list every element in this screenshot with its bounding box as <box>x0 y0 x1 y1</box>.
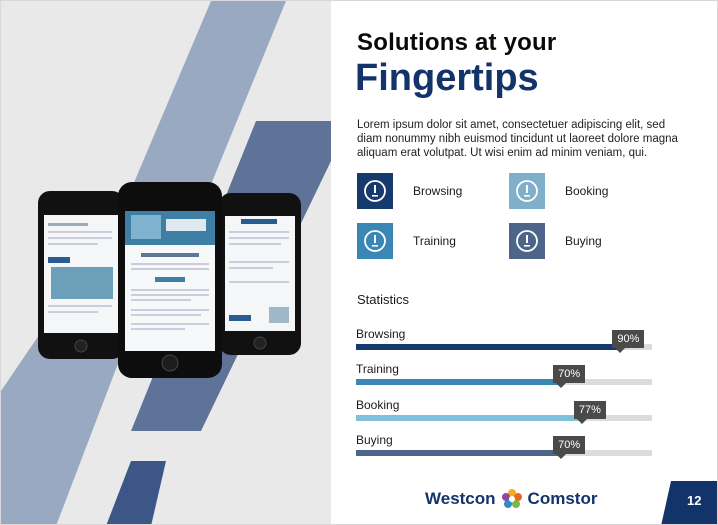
stat-label: Booking <box>356 398 400 412</box>
heading-line-1: Solutions at your <box>357 29 557 56</box>
stat-row-browsing: Browsing 90% <box>356 327 652 355</box>
info-icon <box>357 173 393 209</box>
info-icon <box>509 223 545 259</box>
stat-fill <box>356 344 623 350</box>
feature-training: Training <box>357 223 456 259</box>
stat-row-booking: Booking 77% <box>356 398 652 426</box>
phone-right <box>219 193 301 355</box>
flower-logo-icon <box>501 489 522 508</box>
feature-buying: Buying <box>509 223 602 259</box>
statistics-heading: Statistics <box>357 292 410 307</box>
stat-track: 90% <box>356 330 652 353</box>
feature-label: Training <box>413 234 456 248</box>
stat-fill <box>356 415 584 421</box>
feature-label: Booking <box>565 184 609 198</box>
stat-track: 77% <box>356 401 652 424</box>
stat-label: Training <box>356 362 399 376</box>
stat-row-training: Training 70% <box>356 362 652 390</box>
phones-illustration <box>38 182 301 378</box>
heading-line-2: Fingertips <box>355 57 539 99</box>
company-logo: Westcon Comstor <box>425 488 597 510</box>
stat-fill <box>356 450 564 456</box>
feature-browsing: Browsing <box>357 173 462 209</box>
slide: Solutions at your Fingertips Lorem ipsum… <box>0 0 718 525</box>
info-icon <box>509 173 545 209</box>
stat-label: Buying <box>356 433 393 447</box>
stat-label: Browsing <box>356 327 406 341</box>
stat-value-badge: 70% <box>553 436 586 459</box>
phone-left <box>38 191 124 359</box>
page-number: 12 <box>687 493 702 508</box>
stat-value-badge: 90% <box>612 330 645 353</box>
feature-label: Buying <box>565 234 602 248</box>
stat-value-badge: 70% <box>553 365 586 388</box>
intro-paragraph: Lorem ipsum dolor sit amet, consectetuer… <box>357 119 678 159</box>
stat-track: 70% <box>356 365 652 388</box>
info-icon <box>357 223 393 259</box>
logo-text-comstor: Comstor <box>527 489 598 508</box>
stat-row-buying: Buying 70% <box>356 433 652 461</box>
stat-track: 70% <box>356 436 652 459</box>
stat-value-badge: 77% <box>573 401 606 424</box>
feature-booking: Booking <box>509 173 608 209</box>
stat-fill <box>356 379 564 385</box>
logo-text-westcon: Westcon <box>425 489 496 508</box>
phone-center <box>118 182 222 378</box>
feature-label: Browsing <box>413 184 463 198</box>
